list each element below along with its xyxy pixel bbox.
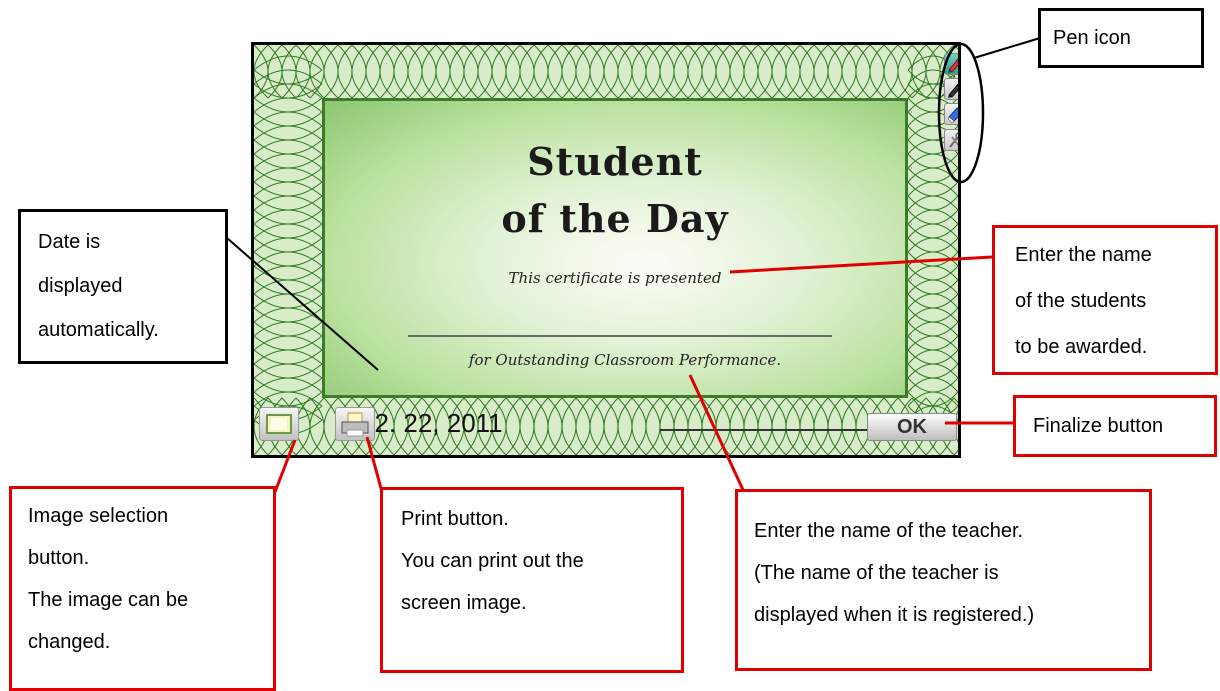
printer-icon xyxy=(341,412,369,437)
eraser-button[interactable] xyxy=(944,103,958,125)
callout-text: Image selection xyxy=(28,505,169,527)
certificate-title-line1: Student xyxy=(527,139,703,184)
student-name-field[interactable] xyxy=(408,335,832,337)
callout-text: changed. xyxy=(28,631,111,653)
callout-text: screen image. xyxy=(401,592,527,614)
pen-icon-callout: Pen icon xyxy=(1038,8,1204,68)
callout-text: (The name of the teacher is xyxy=(754,562,999,584)
certificate-title-line2: of the Day xyxy=(501,196,729,241)
callout-text: The image can be xyxy=(28,589,189,611)
eraser-icon xyxy=(947,107,958,124)
callout-text: Finalize button xyxy=(1033,415,1164,437)
finalize-callout: Finalize button xyxy=(1013,395,1217,457)
settings-tools-icon xyxy=(949,132,958,148)
certificate-panel: Student of the Day This certificate is p… xyxy=(322,98,908,438)
image-frame-icon xyxy=(266,414,292,434)
settings-button[interactable] xyxy=(944,129,958,151)
teacher-name-callout: Enter the name of the teacher. (The name… xyxy=(735,489,1152,671)
pen-leader xyxy=(973,37,1041,59)
certificate-subtitle: This certificate is presented xyxy=(508,269,722,287)
print-callout: Print button. You can print out the scre… xyxy=(380,487,684,673)
certificate-screen: Student of the Day This certificate is p… xyxy=(251,42,961,458)
pen-1-badge: 1 xyxy=(959,68,961,74)
callout-text: of the students xyxy=(1015,290,1147,312)
callout-text: You can print out the xyxy=(401,550,584,572)
date-display: 12. 22, 2011 xyxy=(360,408,503,438)
teacher-name-field[interactable] xyxy=(660,429,885,431)
callout-text: Date is xyxy=(38,231,101,253)
image-selection-callout: Image selection button. The image can be… xyxy=(9,486,276,691)
pen-red-1-icon: 1 xyxy=(948,58,961,74)
image-selection-button[interactable] xyxy=(259,407,299,441)
callout-text: displayed xyxy=(38,275,123,297)
students-name-callout: Enter the name of the students to be awa… xyxy=(992,225,1218,375)
ok-finalize-button[interactable]: OK xyxy=(867,413,957,441)
callout-text: displayed when it is registered.) xyxy=(754,604,1035,626)
pen-2-badge: 2 xyxy=(959,93,961,99)
callout-text: button. xyxy=(28,547,90,569)
pen-2-button[interactable]: 2 xyxy=(944,78,961,100)
certificate-reason: for Outstanding Classroom Performance. xyxy=(468,351,782,369)
callout-text: to be awarded. xyxy=(1015,336,1148,358)
date-callout: Date is displayed automatically. xyxy=(18,209,228,364)
pen-black-2-icon: 2 xyxy=(948,83,961,99)
callout-text: Pen icon xyxy=(1053,27,1131,49)
print-button[interactable] xyxy=(335,407,375,441)
callout-text: Print button. xyxy=(401,508,509,530)
pen-1-button[interactable]: 1 xyxy=(944,53,961,75)
callout-text: Enter the name of the teacher. xyxy=(754,520,1024,542)
callout-text: automatically. xyxy=(38,319,159,341)
callout-text: Enter the name xyxy=(1015,244,1152,266)
